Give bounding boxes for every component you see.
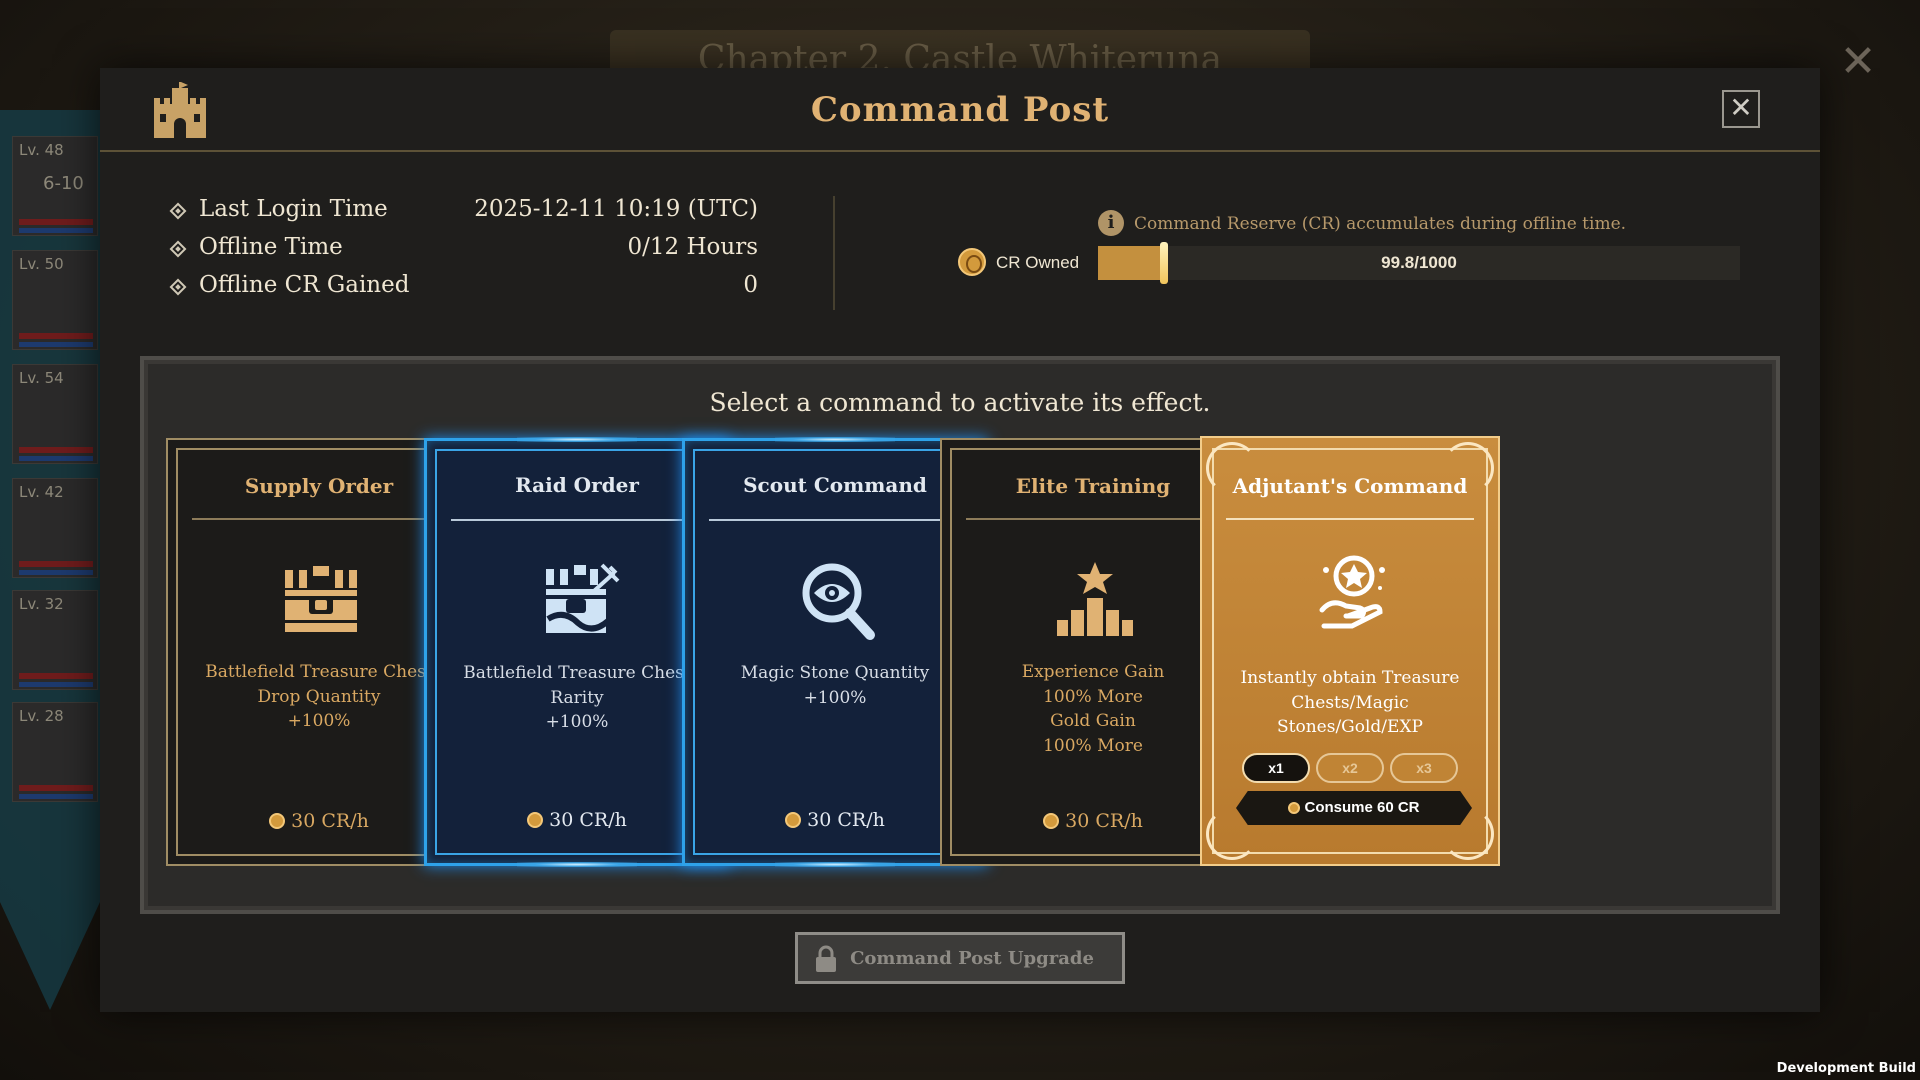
unit-card: Lv. 32 xyxy=(12,590,98,690)
cr-coin-icon xyxy=(785,812,802,828)
unit-mp-bar xyxy=(19,228,93,233)
multiplier-x2-button[interactable]: x2 xyxy=(1316,753,1384,783)
unit-mp-bar xyxy=(19,682,93,687)
card-divider xyxy=(966,518,1220,520)
diamond-bullet-icon xyxy=(169,240,187,258)
development-build-label: Development Build xyxy=(1776,1061,1916,1076)
consume-label: Consume 60 CR xyxy=(1304,799,1420,816)
close-button[interactable]: ✕ xyxy=(1722,90,1760,128)
unit-level: Lv. 28 xyxy=(19,707,64,725)
card-divider xyxy=(451,519,703,521)
unit-hp-bar xyxy=(19,785,93,791)
stat-row-offline-time: Offline Time 0/12 Hours xyxy=(169,234,758,272)
command-post-dialog: Command Post ✕ Last Login Time 2025-12-1… xyxy=(100,68,1820,1012)
unit-card: Lv. 48 6-10 xyxy=(12,136,98,236)
card-divider xyxy=(192,518,446,520)
unit-card: Lv. 42 xyxy=(12,478,98,578)
card-glow xyxy=(775,862,895,867)
card-title: Elite Training xyxy=(1015,474,1171,498)
card-cost-text: 30 CR/h xyxy=(549,809,627,831)
diamond-bullet-icon xyxy=(169,278,187,296)
magnifier-eye-icon xyxy=(802,563,875,640)
unit-hp-bar xyxy=(19,219,93,225)
diamond-bullet-icon xyxy=(169,202,187,220)
card-description: Battlefield Treasure Chest Drop Quantity… xyxy=(205,662,433,731)
info-icon[interactable]: i xyxy=(1098,210,1124,236)
stat-label: Offline Time xyxy=(199,234,343,260)
unit-level: Lv. 50 xyxy=(19,255,64,273)
cr-progress-text: 99.8/1000 xyxy=(1381,253,1457,272)
treasure-chest-icon xyxy=(285,566,357,632)
card-description: Instantly obtain Treasure Chests/Magic S… xyxy=(1240,668,1460,737)
stat-value: 0 xyxy=(743,272,758,298)
unit-hp-bar xyxy=(19,561,93,567)
cr-coin-icon xyxy=(1288,802,1301,814)
stat-row-offline-cr: Offline CR Gained 0 xyxy=(169,272,758,310)
unit-level: Lv. 54 xyxy=(19,369,64,387)
card-description: Battlefield Treasure Chest Rarity +100% xyxy=(463,663,691,732)
multiplier-x3-button[interactable]: x3 xyxy=(1390,753,1458,783)
consume-cr-button[interactable]: Consume 60 CR xyxy=(1236,791,1472,825)
stat-row-last-login: Last Login Time 2025-12-11 10:19 (UTC) xyxy=(169,196,758,234)
unit-mp-bar xyxy=(19,342,93,347)
card-title: Adjutant's Command xyxy=(1232,474,1468,498)
card-cost-text: 30 CR/h xyxy=(291,810,369,832)
stat-label: Last Login Time xyxy=(199,196,388,222)
cr-coin-icon xyxy=(527,812,544,828)
unit-level: Lv. 42 xyxy=(19,483,64,501)
card-description: Magic Stone Quantity +100% xyxy=(740,663,930,708)
upgrade-label: Command Post Upgrade xyxy=(850,948,1094,969)
offline-stats: Last Login Time 2025-12-11 10:19 (UTC) O… xyxy=(169,196,758,310)
card-cost-text: 30 CR/h xyxy=(1065,810,1143,832)
unit-hp-bar xyxy=(19,673,93,679)
stat-value: 0/12 Hours xyxy=(627,234,758,260)
multiplier-x1-button[interactable]: x1 xyxy=(1242,753,1310,783)
stat-label: Offline CR Gained xyxy=(199,272,410,298)
unit-card: Lv. 50 xyxy=(12,250,98,350)
panel-prompt: Select a command to activate its effect. xyxy=(709,388,1211,417)
command-panel: Select a command to activate its effect.… xyxy=(140,356,1780,914)
command-card-adjutants-command[interactable]: Adjutant's Command Instantly obtain Trea… xyxy=(1200,436,1500,866)
cr-progress-bar: 99.8/1000 xyxy=(1098,242,1740,284)
background-close-icon: ✕ xyxy=(1839,36,1877,87)
card-glow xyxy=(517,862,637,867)
ranking-star-icon xyxy=(1057,562,1133,636)
card-cost-text: 30 CR/h xyxy=(807,809,885,831)
vertical-divider xyxy=(833,196,835,310)
card-divider xyxy=(709,519,961,521)
stat-value: 2025-12-11 10:19 (UTC) xyxy=(474,196,758,222)
card-glow xyxy=(775,437,895,442)
cr-coin-icon xyxy=(269,813,286,829)
unit-hp-bar xyxy=(19,333,93,339)
cr-coin-icon xyxy=(958,248,986,276)
multiplier-selector: x1 x2 x3 xyxy=(1242,753,1470,783)
card-description: Experience Gain 100% More Gold Gain 100%… xyxy=(1021,662,1165,756)
unit-mp-bar xyxy=(19,456,93,461)
unit-mp-bar xyxy=(19,794,93,799)
unit-stage: 6-10 xyxy=(43,173,84,194)
card-divider xyxy=(1226,518,1474,520)
command-post-upgrade-button[interactable]: Command Post Upgrade xyxy=(795,932,1125,984)
cr-info-text: Command Reserve (CR) accumulates during … xyxy=(1134,214,1627,234)
card-cost: 30 CR/h xyxy=(942,810,1244,832)
unit-mp-bar xyxy=(19,570,93,575)
cr-coin-icon xyxy=(1043,813,1060,829)
unit-level: Lv. 32 xyxy=(19,595,64,613)
dialog-title: Command Post xyxy=(810,90,1110,130)
unit-level: Lv. 48 xyxy=(19,141,64,159)
card-glow xyxy=(517,437,637,442)
cr-owned-label: CR Owned xyxy=(996,253,1080,272)
unit-card: Lv. 54 xyxy=(12,364,98,464)
unit-hp-bar xyxy=(19,447,93,453)
unit-card: Lv. 28 xyxy=(12,702,98,802)
hand-star-icon xyxy=(1319,555,1385,629)
chest-rarity-icon xyxy=(546,563,620,633)
dialog-header: Command Post ✕ xyxy=(100,68,1820,152)
